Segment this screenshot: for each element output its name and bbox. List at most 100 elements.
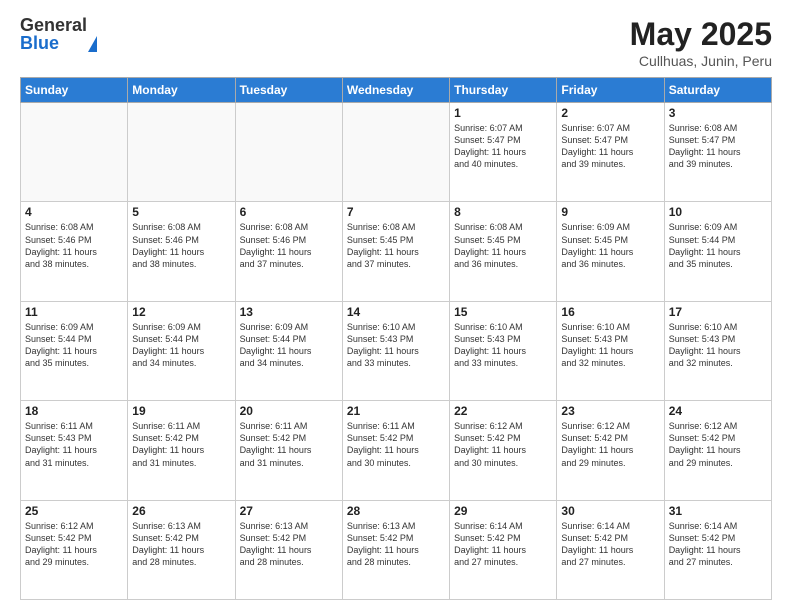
day-number: 11 (25, 305, 123, 319)
day-number: 30 (561, 504, 659, 518)
day-info: Sunrise: 6:09 AMSunset: 5:44 PMDaylight:… (132, 321, 230, 370)
day-cell: 20Sunrise: 6:11 AMSunset: 5:42 PMDayligh… (235, 401, 342, 500)
day-number: 20 (240, 404, 338, 418)
day-number: 6 (240, 205, 338, 219)
logo-text: General Blue (20, 16, 87, 52)
day-info: Sunrise: 6:08 AMSunset: 5:46 PMDaylight:… (240, 221, 338, 270)
day-cell (21, 103, 128, 202)
day-cell: 9 Sunrise: 6:09 AMSunset: 5:45 PMDaylight… (557, 202, 664, 301)
day-cell: 22 Sunrise: 6:12 AMSunset: 5:42 PMDayligh… (450, 401, 557, 500)
calendar: Sunday Monday Tuesday Wednesday Thursday… (20, 77, 772, 600)
day-number: 3 (669, 106, 767, 120)
day-cell: 5 Sunrise: 6:08 AMSunset: 5:46 PMDaylight… (128, 202, 235, 301)
day-number: 21 (347, 404, 445, 418)
day-cell: 1Sunrise: 6:07 AMSunset: 5:47 PMDaylight… (450, 103, 557, 202)
day-number: 4 (25, 205, 123, 219)
day-number: 17 (669, 305, 767, 319)
day-cell: 26 Sunrise: 6:13 AMSunset: 5:42 PMDayligh… (128, 500, 235, 599)
header: General Blue May 2025 Cullhuas, Junin, P… (20, 16, 772, 69)
day-info: Sunrise: 6:08 AMSunset: 5:46 PMDaylight:… (132, 221, 230, 270)
day-info: Sunrise: 6:14 AMSunset: 5:42 PMDaylight:… (454, 520, 552, 569)
day-info: Sunrise: 6:12 AMSunset: 5:42 PMDaylight:… (454, 420, 552, 469)
day-number: 15 (454, 305, 552, 319)
day-cell: 8 Sunrise: 6:08 AMSunset: 5:45 PMDaylight… (450, 202, 557, 301)
day-number: 7 (347, 205, 445, 219)
day-info: Sunrise: 6:12 AMSunset: 5:42 PMDaylight:… (561, 420, 659, 469)
day-info: Sunrise: 6:10 AMSunset: 5:43 PMDaylight:… (347, 321, 445, 370)
day-info: Sunrise: 6:10 AMSunset: 5:43 PMDaylight:… (561, 321, 659, 370)
col-thursday: Thursday (450, 78, 557, 103)
day-info: Sunrise: 6:14 AMSunset: 5:42 PMDaylight:… (669, 520, 767, 569)
day-info: Sunrise: 6:08 AMSunset: 5:46 PMDaylight:… (25, 221, 123, 270)
day-info: Sunrise: 6:13 AMSunset: 5:42 PMDaylight:… (132, 520, 230, 569)
month-title: May 2025 (630, 16, 772, 53)
day-cell: 29 Sunrise: 6:14 AMSunset: 5:42 PMDayligh… (450, 500, 557, 599)
col-friday: Friday (557, 78, 664, 103)
day-number: 25 (25, 504, 123, 518)
day-number: 23 (561, 404, 659, 418)
subtitle: Cullhuas, Junin, Peru (630, 53, 772, 69)
day-cell: 18 Sunrise: 6:11 AMSunset: 5:43 PMDayligh… (21, 401, 128, 500)
day-number: 18 (25, 404, 123, 418)
day-cell: 12 Sunrise: 6:09 AMSunset: 5:44 PMDayligh… (128, 301, 235, 400)
day-info: Sunrise: 6:12 AMSunset: 5:42 PMDaylight:… (669, 420, 767, 469)
day-info: Sunrise: 6:11 AMSunset: 5:43 PMDaylight:… (25, 420, 123, 469)
day-info: Sunrise: 6:08 AMSunset: 5:45 PMDaylight:… (347, 221, 445, 270)
day-number: 27 (240, 504, 338, 518)
day-cell: 24 Sunrise: 6:12 AMSunset: 5:42 PMDayligh… (664, 401, 771, 500)
day-cell: 19Sunrise: 6:11 AMSunset: 5:42 PMDayligh… (128, 401, 235, 500)
day-cell: 31 Sunrise: 6:14 AMSunset: 5:42 PMDayligh… (664, 500, 771, 599)
day-number: 9 (561, 205, 659, 219)
day-info: Sunrise: 6:09 AMSunset: 5:44 PMDaylight:… (25, 321, 123, 370)
day-info: Sunrise: 6:11 AMSunset: 5:42 PMDaylight:… (132, 420, 230, 469)
day-number: 22 (454, 404, 552, 418)
week-row-3: 11 Sunrise: 6:09 AMSunset: 5:44 PMDayligh… (21, 301, 772, 400)
week-row-2: 4 Sunrise: 6:08 AMSunset: 5:46 PMDaylight… (21, 202, 772, 301)
day-info: Sunrise: 6:10 AMSunset: 5:43 PMDaylight:… (454, 321, 552, 370)
col-wednesday: Wednesday (342, 78, 449, 103)
day-cell: 16 Sunrise: 6:10 AMSunset: 5:43 PMDayligh… (557, 301, 664, 400)
day-cell (235, 103, 342, 202)
day-number: 28 (347, 504, 445, 518)
day-cell: 28 Sunrise: 6:13 AMSunset: 5:42 PMDayligh… (342, 500, 449, 599)
day-number: 29 (454, 504, 552, 518)
day-number: 13 (240, 305, 338, 319)
day-info: Sunrise: 6:07 AMSunset: 5:47 PMDaylight:… (454, 122, 552, 171)
day-info: Sunrise: 6:12 AMSunset: 5:42 PMDaylight:… (25, 520, 123, 569)
day-number: 24 (669, 404, 767, 418)
day-number: 16 (561, 305, 659, 319)
day-cell: 23 Sunrise: 6:12 AMSunset: 5:42 PMDayligh… (557, 401, 664, 500)
day-number: 14 (347, 305, 445, 319)
day-number: 5 (132, 205, 230, 219)
day-info: Sunrise: 6:11 AMSunset: 5:42 PMDaylight:… (347, 420, 445, 469)
day-info: Sunrise: 6:09 AMSunset: 5:45 PMDaylight:… (561, 221, 659, 270)
day-cell: 6 Sunrise: 6:08 AMSunset: 5:46 PMDaylight… (235, 202, 342, 301)
col-saturday: Saturday (664, 78, 771, 103)
day-cell: 11 Sunrise: 6:09 AMSunset: 5:44 PMDayligh… (21, 301, 128, 400)
day-number: 8 (454, 205, 552, 219)
col-sunday: Sunday (21, 78, 128, 103)
day-info: Sunrise: 6:13 AMSunset: 5:42 PMDaylight:… (347, 520, 445, 569)
day-info: Sunrise: 6:09 AMSunset: 5:44 PMDaylight:… (669, 221, 767, 270)
day-number: 12 (132, 305, 230, 319)
day-number: 31 (669, 504, 767, 518)
day-number: 26 (132, 504, 230, 518)
week-row-1: 1Sunrise: 6:07 AMSunset: 5:47 PMDaylight… (21, 103, 772, 202)
day-info: Sunrise: 6:13 AMSunset: 5:42 PMDaylight:… (240, 520, 338, 569)
day-cell: 13Sunrise: 6:09 AMSunset: 5:44 PMDayligh… (235, 301, 342, 400)
day-cell (128, 103, 235, 202)
day-cell: 21 Sunrise: 6:11 AMSunset: 5:42 PMDayligh… (342, 401, 449, 500)
week-row-4: 18 Sunrise: 6:11 AMSunset: 5:43 PMDayligh… (21, 401, 772, 500)
title-block: May 2025 Cullhuas, Junin, Peru (630, 16, 772, 69)
day-cell: 17Sunrise: 6:10 AMSunset: 5:43 PMDayligh… (664, 301, 771, 400)
day-cell (342, 103, 449, 202)
calendar-header-row: Sunday Monday Tuesday Wednesday Thursday… (21, 78, 772, 103)
day-cell: 4 Sunrise: 6:08 AMSunset: 5:46 PMDaylight… (21, 202, 128, 301)
day-info: Sunrise: 6:08 AMSunset: 5:45 PMDaylight:… (454, 221, 552, 270)
page: General Blue May 2025 Cullhuas, Junin, P… (0, 0, 792, 612)
day-cell: 14 Sunrise: 6:10 AMSunset: 5:43 PMDayligh… (342, 301, 449, 400)
col-monday: Monday (128, 78, 235, 103)
logo: General Blue (20, 16, 97, 52)
day-cell: 27 Sunrise: 6:13 AMSunset: 5:42 PMDayligh… (235, 500, 342, 599)
day-info: Sunrise: 6:14 AMSunset: 5:42 PMDaylight:… (561, 520, 659, 569)
